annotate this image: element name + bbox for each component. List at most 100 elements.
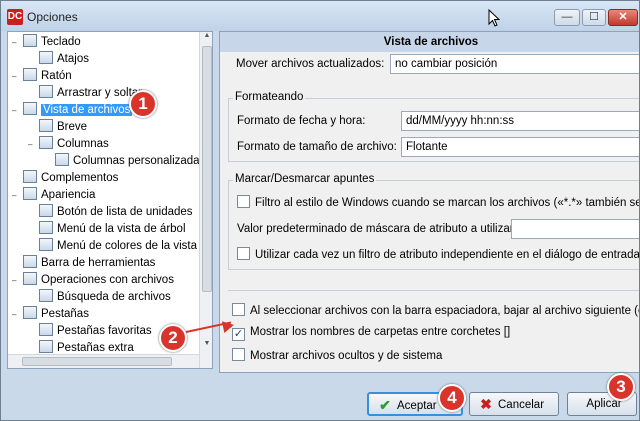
tree-item-label: Columnas xyxy=(57,138,109,150)
shortcuts-icon xyxy=(39,51,53,64)
file-search-icon xyxy=(39,289,53,302)
tree-expander-icon[interactable]: – xyxy=(12,68,21,85)
tree-item[interactable]: Búsqueda de archivos xyxy=(28,289,171,306)
tree-item[interactable]: Barra de herramientas xyxy=(12,255,155,272)
move-files-select[interactable]: no cambiar posición xyxy=(390,54,639,74)
cancel-label: Cancelar xyxy=(498,399,545,411)
mouse-icon xyxy=(23,68,37,81)
hidden-files-option[interactable]: Mostrar archivos ocultos y de sistema xyxy=(232,348,442,362)
scrollbar-thumb[interactable] xyxy=(22,357,172,366)
tree-item-label: Vista de archivos xyxy=(41,104,133,116)
appearance-icon xyxy=(23,187,37,200)
tree-item[interactable]: Atajos xyxy=(28,51,89,68)
tree-item[interactable]: Arrastrar y soltar xyxy=(28,85,142,102)
scroll-down-icon[interactable]: ▼ xyxy=(200,340,212,353)
favorite-tabs-icon xyxy=(39,323,53,336)
tree-item-label: Breve xyxy=(57,121,88,133)
format-group: Formateando Formato de fecha y hora: dd/… xyxy=(228,91,639,162)
annotation-badge-3: 3 xyxy=(607,373,635,401)
tree-item-label: Pestañas extra xyxy=(57,342,134,354)
tree-menu-icon xyxy=(39,221,53,234)
cancel-button[interactable]: ✖ Cancelar xyxy=(469,392,559,416)
tree-item[interactable]: Menú de colores de la vista de xyxy=(28,238,212,255)
tree-item-label: Menú de la vista de árbol xyxy=(57,223,186,235)
windows-filter-option[interactable]: Filtro al estilo de Windows cuando se ma… xyxy=(237,195,640,209)
scrollbar-thumb[interactable] xyxy=(202,46,212,292)
tree-item-label: Pestañas favoritas xyxy=(57,325,152,337)
tree-item[interactable]: Complementos xyxy=(12,170,118,187)
hidden-files-checkbox[interactable] xyxy=(232,348,245,361)
spacebar-checkbox[interactable] xyxy=(232,303,245,316)
tree-item-label: Pestañas xyxy=(41,308,89,320)
tree-horizontal-scrollbar[interactable] xyxy=(8,354,199,368)
tree-expander-icon[interactable]: – xyxy=(12,306,21,323)
scroll-up-icon[interactable]: ▲ xyxy=(200,32,212,45)
options-tree[interactable]: – Teclado Atajos – Ratón Arrastrar y soltar – V… xyxy=(7,31,213,369)
tree-item[interactable]: Menú de la vista de árbol xyxy=(28,221,186,238)
app-icon: DC xyxy=(7,9,23,25)
tree-item-label: Atajos xyxy=(57,53,89,65)
checkmark-icon: ✔ xyxy=(379,397,391,413)
drive-button-icon xyxy=(39,204,53,217)
tree-item[interactable]: – Columnas xyxy=(28,136,109,153)
tree-expander-icon[interactable]: – xyxy=(12,34,21,51)
annotation-badge-2: 2 xyxy=(159,324,187,352)
format-group-title: Formateando xyxy=(233,91,306,103)
attribute-filter-checkbox[interactable] xyxy=(237,247,250,260)
windows-filter-label: Filtro al estilo de Windows cuando se ma… xyxy=(255,197,640,209)
annotation-badge-4: 4 xyxy=(438,384,466,412)
tree-item[interactable]: Columnas personalizadas xyxy=(44,153,205,170)
attribute-mask-input[interactable] xyxy=(511,219,639,239)
options-window: DC Opciones — ☐ ✕ – Teclado Atajos – Ratón Ar… xyxy=(0,0,640,421)
keyboard-icon xyxy=(23,34,37,47)
mark-group-title: Marcar/Desmarcar apuntes xyxy=(233,173,377,185)
title-bar[interactable]: DC Opciones — ☐ ✕ xyxy=(1,1,639,31)
tree-item-label: Barra de herramientas xyxy=(41,257,156,269)
tree-item-label: Teclado xyxy=(41,36,81,48)
tree-expander-icon[interactable]: – xyxy=(28,136,37,153)
brackets-label: Mostrar los nombres de carpetas entre co… xyxy=(250,326,511,338)
extra-tabs-icon xyxy=(39,340,53,353)
tree-item[interactable]: – Vista de archivos xyxy=(12,102,133,119)
tree-item[interactable]: – Operaciones con archivos xyxy=(12,272,174,289)
attribute-filter-option[interactable]: Utilizar cada vez un filtro de atributo … xyxy=(237,247,640,261)
tree-item[interactable]: – Ratón xyxy=(12,68,72,85)
tree-item[interactable]: Pestañas favoritas xyxy=(28,323,152,340)
maximize-button[interactable]: ☐ xyxy=(582,9,606,26)
window-title: Opciones xyxy=(27,10,78,24)
spacebar-label: Al seleccionar archivos con la barra esp… xyxy=(250,305,640,317)
windows-filter-checkbox[interactable] xyxy=(237,195,250,208)
tree-item-label: Apariencia xyxy=(41,189,96,201)
date-format-input[interactable]: dd/MM/yyyy hh:nn:ss xyxy=(401,111,639,131)
tree-item[interactable]: – Teclado xyxy=(12,34,81,51)
columns-icon xyxy=(39,136,53,149)
annotation-arrow-head xyxy=(221,318,236,334)
panel-header: Vista de archivos xyxy=(220,32,639,52)
close-button[interactable]: ✕ xyxy=(608,9,638,26)
size-format-label: Formato de tamaño de archivo: xyxy=(237,141,397,153)
attribute-filter-label: Utilizar cada vez un filtro de atributo … xyxy=(255,249,640,261)
tree-item-label: Columnas personalizadas xyxy=(73,155,206,167)
spacebar-option[interactable]: Al seleccionar archivos con la barra esp… xyxy=(232,303,640,317)
tree-expander-icon[interactable]: – xyxy=(12,102,21,119)
brief-view-icon xyxy=(39,119,53,132)
mouse-cursor-icon xyxy=(488,9,500,27)
tree-expander-icon[interactable]: – xyxy=(12,272,21,289)
size-format-select[interactable]: Flotante xyxy=(401,137,639,157)
tree-colors-icon xyxy=(39,238,53,251)
drag-drop-icon xyxy=(39,85,53,98)
tree-item[interactable]: – Apariencia xyxy=(12,187,95,204)
mark-group: Marcar/Desmarcar apuntes Filtro al estil… xyxy=(228,173,640,270)
tree-item[interactable]: – Pestañas xyxy=(12,306,89,323)
tree-item-label: Botón de lista de unidades xyxy=(57,206,193,218)
move-files-label: Mover archivos actualizados: xyxy=(236,58,385,70)
file-view-icon xyxy=(23,102,37,115)
brackets-option[interactable]: ✓ Mostrar los nombres de carpetas entre c… xyxy=(232,326,510,341)
tree-vertical-scrollbar[interactable]: ▲ ▼ xyxy=(199,32,212,368)
annotation-badge-1: 1 xyxy=(129,90,157,118)
tree-expander-icon[interactable]: – xyxy=(12,187,21,204)
tree-item[interactable]: Botón de lista de unidades xyxy=(28,204,193,221)
minimize-button[interactable]: — xyxy=(554,9,580,26)
settings-panel: Vista de archivos Mover archivos actuali… xyxy=(219,31,640,373)
tree-item[interactable]: Breve xyxy=(28,119,87,136)
